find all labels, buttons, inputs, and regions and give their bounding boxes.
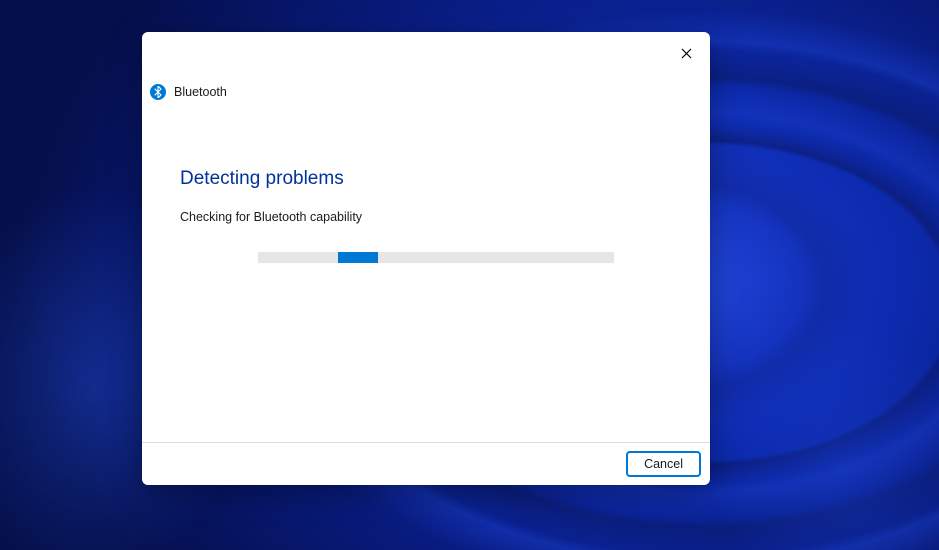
dialog-content: Detecting problems Checking for Bluetoot… [142,76,710,443]
status-text: Checking for Bluetooth capability [180,210,672,224]
footer-separator [142,442,710,443]
close-icon [681,47,692,62]
troubleshooter-dialog: Bluetooth Detecting problems Checking fo… [142,32,710,485]
close-button[interactable] [668,38,704,70]
dialog-footer: Cancel [142,443,710,485]
cancel-button[interactable]: Cancel [627,452,700,476]
dialog-titlebar [142,32,710,76]
progress-fill [338,252,378,263]
progress-bar [258,252,614,263]
heading-text: Detecting problems [180,168,672,190]
